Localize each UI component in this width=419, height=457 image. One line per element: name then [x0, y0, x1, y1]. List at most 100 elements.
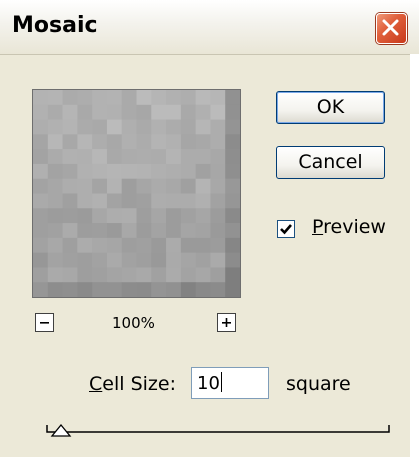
mosaic-cell [121, 267, 137, 283]
mosaic-cell [166, 163, 182, 180]
mosaic-cell [106, 237, 123, 254]
mosaic-cell [121, 90, 137, 106]
mosaic-cell [136, 163, 152, 180]
mosaic-preview[interactable] [32, 89, 241, 298]
mosaic-cell [180, 119, 197, 135]
mosaic-cell [195, 163, 211, 180]
mosaic-cell [180, 267, 197, 283]
mosaic-cell [121, 134, 137, 150]
ok-button[interactable]: OK [276, 91, 385, 124]
close-button[interactable] [376, 13, 407, 44]
cell-size-slider[interactable] [46, 425, 390, 439]
mosaic-cell [180, 134, 197, 150]
zoom-out-button[interactable] [35, 313, 54, 332]
mosaic-cell [195, 178, 211, 194]
mosaic-cell [62, 90, 78, 106]
mosaic-cell [47, 223, 64, 239]
mosaic-cell [180, 163, 197, 180]
mosaic-cell [121, 104, 137, 121]
mosaic-cell [225, 252, 240, 268]
mosaic-cell [33, 134, 49, 150]
mosaic-cell [77, 223, 93, 239]
mosaic-cell [210, 237, 226, 254]
mosaic-cell [195, 282, 211, 297]
mosaic-cell [106, 163, 123, 180]
mosaic-cell [180, 149, 197, 165]
mosaic-cell [62, 193, 78, 209]
mosaic-cell [180, 90, 197, 106]
mosaic-cell [210, 163, 226, 180]
mosaic-cell [210, 252, 226, 268]
mosaic-cell [151, 90, 167, 106]
mosaic-cell [225, 223, 240, 239]
mosaic-cell [106, 193, 123, 209]
mosaic-cell [225, 119, 240, 135]
cell-size-unit: square [286, 373, 351, 395]
mosaic-cell [166, 193, 182, 209]
mosaic-cell [225, 282, 240, 297]
mosaic-cell [180, 282, 197, 297]
mosaic-cell [92, 282, 108, 297]
zoom-level: 100% [112, 314, 155, 332]
mosaic-cell [62, 134, 78, 150]
mosaic-cell [166, 134, 182, 150]
title-bar: Mosaic [0, 0, 419, 55]
mosaic-cell [136, 149, 152, 165]
dialog-edge [410, 54, 419, 457]
cancel-button[interactable]: Cancel [276, 146, 385, 179]
mosaic-cell [47, 119, 64, 135]
mosaic-cell [195, 90, 211, 106]
close-icon [382, 19, 399, 36]
mosaic-cell [92, 163, 108, 180]
mosaic-cell [136, 252, 152, 268]
mosaic-cell [106, 149, 123, 165]
mosaic-cell [77, 208, 93, 224]
mosaic-cell [151, 178, 167, 194]
mosaic-cell [210, 193, 226, 209]
mosaic-cell [62, 208, 78, 224]
mosaic-cell [62, 267, 78, 283]
mosaic-cell [151, 282, 167, 297]
mosaic-cell [121, 208, 137, 224]
mosaic-cell [225, 90, 240, 106]
zoom-in-button[interactable] [217, 313, 236, 332]
mosaic-cell [166, 237, 182, 254]
mosaic-cell [47, 193, 64, 209]
mosaic-cell [210, 178, 226, 194]
mosaic-cell [136, 237, 152, 254]
mosaic-cell [136, 282, 152, 297]
minus-icon [40, 322, 49, 324]
mosaic-cell [92, 178, 108, 194]
mosaic-cell [151, 104, 167, 121]
mosaic-cell [210, 134, 226, 150]
mosaic-cell [180, 208, 197, 224]
slider-thumb-icon[interactable] [50, 424, 72, 438]
mosaic-cell [47, 104, 64, 121]
mosaic-cell [106, 178, 123, 194]
cell-size-input[interactable]: 10 [191, 367, 269, 399]
mosaic-cell [62, 104, 78, 121]
mosaic-cell [121, 237, 137, 254]
mosaic-cell [47, 252, 64, 268]
preview-checkbox[interactable] [277, 220, 295, 238]
mosaic-cell [47, 90, 64, 106]
mosaic-cell [151, 119, 167, 135]
mosaic-cell [77, 282, 93, 297]
mosaic-cell [180, 237, 197, 254]
mosaic-cell [106, 223, 123, 239]
mosaic-cell [77, 163, 93, 180]
mosaic-cell [180, 178, 197, 194]
mosaic-cell [210, 223, 226, 239]
mosaic-cell [121, 119, 137, 135]
mosaic-cell [180, 193, 197, 209]
mosaic-cell [33, 193, 49, 209]
mosaic-cell [62, 252, 78, 268]
mosaic-cell [106, 282, 123, 297]
mosaic-cell [62, 149, 78, 165]
mosaic-cell [92, 90, 108, 106]
mosaic-cell [166, 252, 182, 268]
mosaic-cell [106, 119, 123, 135]
mosaic-cell [92, 104, 108, 121]
mosaic-cell [195, 208, 211, 224]
mosaic-cell [166, 119, 182, 135]
